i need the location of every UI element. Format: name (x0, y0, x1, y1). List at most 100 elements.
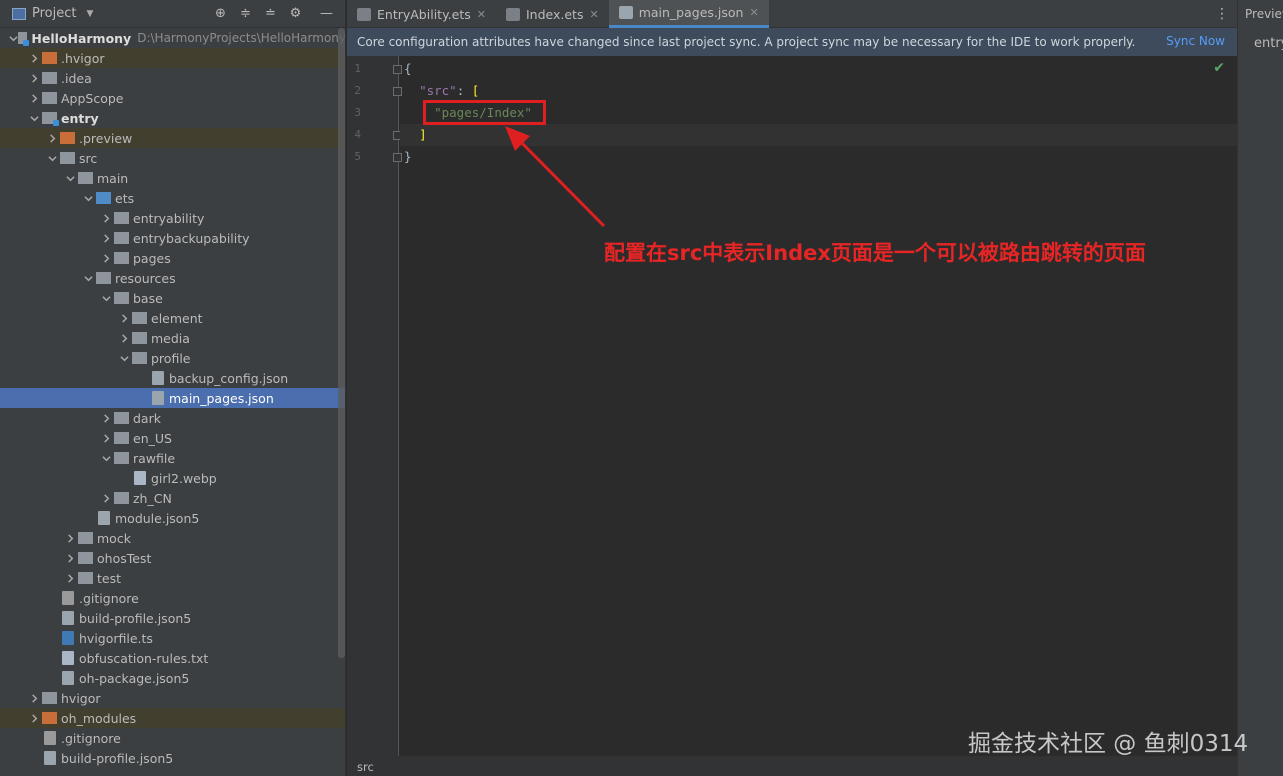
watermark: 掘金技术社区 @ 鱼刺0314 (968, 731, 1249, 757)
tree-row[interactable]: oh-package.json5 (0, 668, 345, 688)
tree-item-path: D:\HarmonyProjects\HelloHarmony (137, 31, 346, 45)
tree-row[interactable]: obfuscation-rules.txt (0, 648, 345, 668)
tree-row[interactable]: .preview (0, 128, 345, 148)
chevron-right-icon[interactable] (26, 688, 42, 708)
breadcrumb-item[interactable]: src (357, 760, 374, 774)
close-icon[interactable]: ✕ (749, 6, 758, 19)
tree-row[interactable]: profile (0, 348, 345, 368)
more-options-icon[interactable]: ⋮ (1215, 6, 1229, 22)
tree-row[interactable]: AppScope (0, 88, 345, 108)
sync-now-link[interactable]: Sync Now (1166, 34, 1225, 48)
tree-item-label: .gitignore (61, 730, 121, 746)
tree-item-label: girl2.webp (151, 470, 217, 486)
tree-row[interactable]: ohosTest (0, 548, 345, 568)
chevron-right-icon[interactable] (44, 128, 60, 148)
chevron-down-icon[interactable] (62, 168, 78, 188)
previewer-title[interactable]: Previewer (1245, 7, 1283, 21)
chevron-right-icon[interactable] (26, 88, 42, 108)
chevron-down-icon[interactable] (80, 188, 96, 208)
tree-row[interactable]: ets (0, 188, 345, 208)
tree-row[interactable]: element (0, 308, 345, 328)
code-token: [ (471, 83, 480, 98)
expand-all-icon[interactable]: ≑ (237, 5, 254, 22)
chevron-right-icon[interactable] (116, 308, 132, 328)
close-icon[interactable]: ✕ (477, 8, 486, 21)
chevron-down-icon[interactable] (116, 348, 132, 368)
chevron-down-icon[interactable] (26, 108, 42, 128)
chevron-down-icon[interactable] (44, 148, 60, 168)
tree-row[interactable]: test (0, 568, 345, 588)
chevron-right-icon[interactable] (62, 568, 78, 588)
target-icon[interactable]: ⊕ (212, 5, 229, 22)
chevron-right-icon[interactable] (98, 248, 114, 268)
editor-tab[interactable]: Index.ets ✕ (496, 0, 609, 28)
folder-icon (114, 432, 129, 444)
tree-row[interactable]: mock (0, 528, 345, 548)
chevron-down-icon[interactable] (98, 288, 114, 308)
chevron-right-icon[interactable] (98, 228, 114, 248)
tree-row[interactable]: media (0, 328, 345, 348)
json-file-icon (618, 6, 633, 19)
tree-row[interactable]: resources (0, 268, 345, 288)
chevron-right-icon[interactable] (98, 208, 114, 228)
tree-item-label: obfuscation-rules.txt (79, 650, 209, 666)
tree-row[interactable]: build-profile.json5 (0, 608, 345, 628)
tree-row[interactable]: main (0, 168, 345, 188)
project-panel-title[interactable]: Project (32, 6, 76, 21)
tree-row[interactable]: .hvigor (0, 48, 345, 68)
tree-row[interactable]: main_pages.json (0, 388, 345, 408)
close-icon[interactable]: ✕ (589, 8, 598, 21)
chevron-right-icon[interactable] (98, 408, 114, 428)
chevron-down-icon[interactable] (80, 268, 96, 288)
chevron-right-icon[interactable] (98, 488, 114, 508)
tree-row[interactable]: hvigorfile.ts (0, 628, 345, 648)
code-line: ] (400, 124, 1237, 146)
project-toolbar: ⊕ ≑ ≐ ⚙ — (212, 5, 335, 22)
tree-row[interactable]: src (0, 148, 345, 168)
tree-row[interactable]: girl2.webp (0, 468, 345, 488)
tree-row[interactable]: hvigor (0, 688, 345, 708)
chevron-right-icon[interactable] (26, 48, 42, 68)
project-panel-scrollbar[interactable] (338, 28, 345, 658)
tree-item-label: dark (133, 410, 161, 426)
tree-row[interactable]: entrybackupability (0, 228, 345, 248)
tree-row[interactable]: en_US (0, 428, 345, 448)
folder-icon (114, 452, 129, 464)
tree-row[interactable]: .gitignore (0, 588, 345, 608)
previewer-entry[interactable]: entry (1254, 36, 1283, 51)
editor-tab[interactable]: EntryAbility.ets ✕ (347, 0, 496, 28)
line-number: 5 (354, 150, 361, 163)
minimize-icon[interactable]: — (318, 5, 335, 22)
tree-row[interactable]: build-profile.json5 (0, 748, 345, 768)
tree-row[interactable]: backup_config.json (0, 368, 345, 388)
tree-row[interactable]: rawfile (0, 448, 345, 468)
tree-row[interactable]: HelloHarmony D:\HarmonyProjects\HelloHarm… (0, 28, 346, 48)
chevron-right-icon[interactable] (116, 328, 132, 348)
chevron-right-icon[interactable] (26, 708, 42, 728)
editor-tab[interactable]: main_pages.json ✕ (608, 0, 769, 28)
chevron-right-icon[interactable] (98, 428, 114, 448)
chevron-right-icon[interactable] (62, 528, 78, 548)
chevron-right-icon[interactable] (26, 68, 42, 88)
tree-row[interactable]: module.json5 (0, 508, 345, 528)
gear-icon[interactable]: ⚙ (287, 5, 304, 22)
chevron-down-icon[interactable]: ▼ (86, 9, 93, 19)
chevron-right-icon[interactable] (62, 548, 78, 568)
folder-icon (42, 72, 57, 84)
tree-row[interactable]: dark (0, 408, 345, 428)
tree-row[interactable]: zh_CN (0, 488, 345, 508)
tree-row[interactable]: entryability (0, 208, 345, 228)
tree-row[interactable]: pages (0, 248, 345, 268)
tree-row[interactable]: entry (0, 108, 345, 128)
tree-row[interactable]: base (0, 288, 345, 308)
code-editor[interactable]: { "src": [ "pages/Index" ]} (400, 56, 1237, 756)
tree-item-label: oh-package.json5 (79, 670, 190, 686)
collapse-all-icon[interactable]: ≐ (262, 5, 279, 22)
chevron-down-icon[interactable] (98, 448, 114, 468)
annotation-text: 配置在src中表示Index页面是一个可以被路由跳转的页面 (604, 241, 1146, 265)
tree-row[interactable]: oh_modules (0, 708, 345, 728)
tree-row[interactable]: .gitignore (0, 728, 345, 748)
chevron-down-icon[interactable] (8, 28, 18, 48)
tree-row[interactable]: .idea (0, 68, 345, 88)
